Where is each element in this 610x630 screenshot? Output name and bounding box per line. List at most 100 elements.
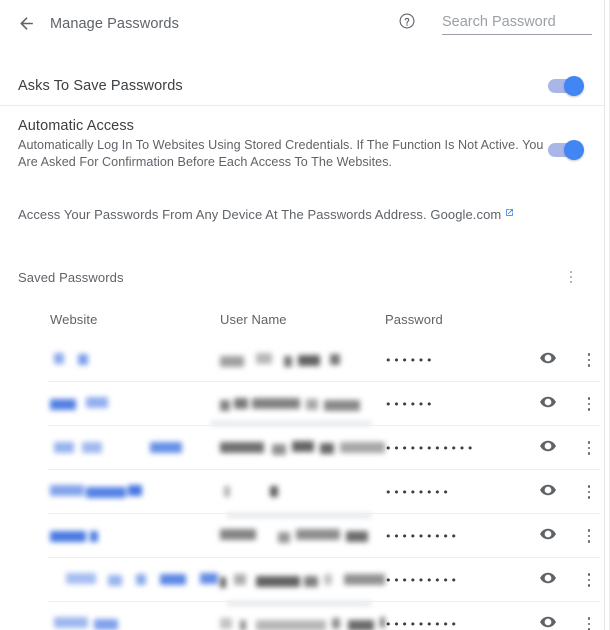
table-row[interactable]: ••••••••• [0, 602, 604, 630]
more-vertical-icon-dot [588, 535, 591, 538]
help-circle-icon [398, 12, 416, 35]
setting-subtitle: Automatically Log In To Websites Using S… [18, 137, 548, 171]
more-vertical-icon-dot [588, 496, 591, 499]
setting-title: Automatic Access [18, 118, 548, 134]
password-masked-value: ••••••••• [385, 575, 525, 586]
show-password-button[interactable] [535, 479, 561, 505]
username-value-redacted [220, 617, 385, 630]
more-vertical-icon-dot [588, 447, 591, 450]
eye-icon [539, 569, 557, 592]
website-value-redacted[interactable] [50, 617, 220, 630]
saved-passwords-title: Saved Passwords [18, 270, 124, 285]
more-vertical-icon-dot [588, 540, 591, 543]
eye-icon [539, 525, 557, 548]
setting-automatic-access[interactable]: Automatic Access Automatically Log In To… [0, 114, 604, 176]
table-row[interactable]: ••••••••• [0, 558, 604, 602]
password-masked-value: ••••••••• [385, 531, 525, 542]
more-vertical-icon-dot [588, 491, 591, 494]
eye-icon [539, 613, 557, 630]
row-menu-button[interactable] [576, 523, 602, 549]
table-row[interactable]: •••••• [0, 382, 604, 426]
more-vertical-icon-dot [588, 579, 591, 582]
more-vertical-icon-dot [588, 359, 591, 362]
row-menu-button[interactable] [576, 391, 602, 417]
password-masked-value: •••••• [385, 399, 525, 410]
page-title: Manage Passwords [50, 16, 179, 32]
asks-to-save-passwords-toggle[interactable] [548, 79, 582, 93]
more-vertical-icon-dot [570, 271, 573, 274]
more-vertical-icon-dot [588, 353, 591, 356]
more-vertical-icon-dot [588, 408, 591, 411]
row-menu-button[interactable] [576, 479, 602, 505]
more-vertical-icon-dot [570, 276, 573, 279]
automatic-access-toggle[interactable] [548, 143, 582, 157]
toggle-knob [564, 76, 584, 96]
show-password-button[interactable] [535, 435, 561, 461]
eye-icon [539, 437, 557, 460]
table-row[interactable]: •••••••• [0, 470, 604, 514]
website-value-redacted[interactable] [50, 529, 220, 544]
setting-text: Automatic Access Automatically Log In To… [18, 118, 548, 171]
setting-asks-to-save-passwords[interactable]: Asks To Save Passwords [0, 68, 604, 103]
password-masked-value: •••••••• [385, 487, 525, 498]
table-row[interactable]: •••••• [0, 338, 604, 382]
more-vertical-icon-dot [588, 485, 591, 488]
help-button[interactable] [394, 11, 420, 37]
saved-passwords-section-header: Saved Passwords [0, 262, 604, 292]
eye-icon [539, 481, 557, 504]
toggle-knob [564, 140, 584, 160]
setting-text: Asks To Save Passwords [18, 78, 548, 94]
passwords-address-info: Access Your Passwords From Any Device At… [18, 205, 514, 222]
website-value-redacted[interactable] [50, 441, 220, 456]
website-value-redacted[interactable] [50, 485, 220, 500]
saved-passwords-menu-button[interactable] [560, 264, 582, 290]
search-field[interactable] [442, 13, 592, 35]
divider [0, 105, 604, 106]
website-value-redacted[interactable] [50, 573, 220, 588]
external-link-icon[interactable] [505, 205, 514, 220]
more-vertical-icon-dot [588, 584, 591, 587]
setting-title: Asks To Save Passwords [18, 78, 548, 94]
back-button[interactable] [9, 7, 43, 41]
website-value-redacted[interactable] [50, 353, 220, 368]
show-password-button[interactable] [535, 523, 561, 549]
table-body: •••••• •••••• ••••••••••• •••••••• •••••••••… [0, 338, 604, 630]
row-menu-button[interactable] [576, 347, 602, 373]
top-app-bar: Manage Passwords [0, 0, 604, 47]
username-value-redacted [220, 529, 385, 544]
manage-passwords-page: Manage Passwords Asks To Save Passwords [0, 0, 610, 630]
saved-passwords-table: Website User Name Password •••••• •••••• •… [0, 300, 604, 630]
more-vertical-icon-dot [588, 617, 591, 620]
table-row[interactable]: ••••••••• [0, 514, 604, 558]
show-password-button[interactable] [535, 391, 561, 417]
row-menu-button[interactable] [576, 611, 602, 630]
more-vertical-icon-dot [588, 452, 591, 455]
table-header-row: Website User Name Password [0, 300, 604, 338]
website-value-redacted[interactable] [50, 397, 220, 412]
more-vertical-icon-dot [588, 623, 591, 626]
show-password-button[interactable] [535, 347, 561, 373]
more-vertical-icon-dot [588, 441, 591, 444]
top-bar-actions [394, 11, 604, 37]
password-masked-value: •••••• [385, 355, 525, 366]
column-header-username: User Name [220, 312, 385, 327]
window-border [604, 0, 605, 630]
more-vertical-icon-dot [570, 281, 573, 284]
column-header-password: Password [385, 312, 525, 327]
more-vertical-icon-dot [588, 403, 591, 406]
username-value-redacted [220, 573, 385, 588]
arrow-left-icon [17, 14, 36, 33]
row-menu-button[interactable] [576, 435, 602, 461]
search-input[interactable] [442, 14, 592, 30]
table-row[interactable]: ••••••••••• [0, 426, 604, 470]
row-menu-button[interactable] [576, 567, 602, 593]
more-vertical-icon-dot [588, 529, 591, 532]
column-header-website: Website [50, 312, 220, 327]
username-value-redacted [220, 353, 385, 368]
eye-icon [539, 349, 557, 372]
more-vertical-icon-dot [588, 397, 591, 400]
password-masked-value: ••••••••• [385, 619, 525, 630]
show-password-button[interactable] [535, 611, 561, 630]
more-vertical-icon-dot [588, 573, 591, 576]
show-password-button[interactable] [535, 567, 561, 593]
